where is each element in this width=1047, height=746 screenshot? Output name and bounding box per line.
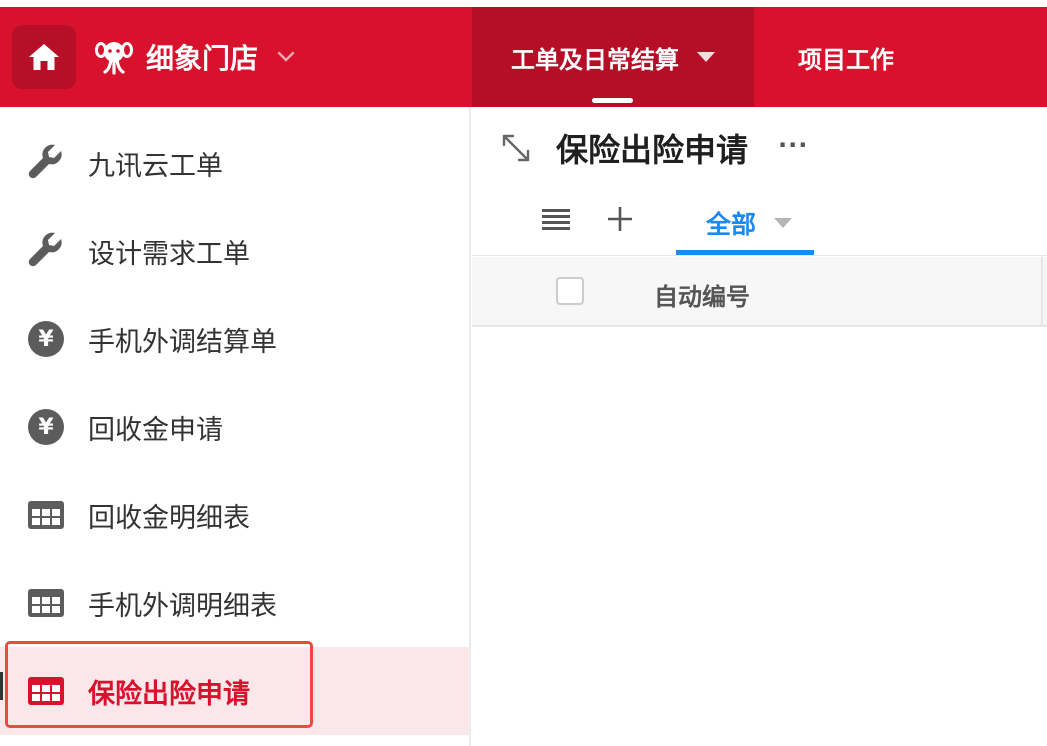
sidebar-item-recycle-fund-request[interactable]: ¥ 回收金申请 bbox=[0, 383, 469, 471]
sidebar: 九讯云工单 设计需求工单 ¥ 手机外调结算单 ¥ 回收金申请 回收金明细表 手机… bbox=[0, 107, 471, 746]
yen-icon: ¥ bbox=[26, 407, 66, 447]
store-name: 细象门店 bbox=[146, 42, 259, 75]
elephant-logo-icon bbox=[95, 42, 133, 75]
sidebar-item-label: 手机外调明细表 bbox=[88, 590, 277, 622]
top-navigation-bar: 细象门店 工单及日常结算 项目工作 bbox=[0, 7, 1047, 107]
table-grid-icon bbox=[26, 495, 66, 535]
divider bbox=[472, 255, 1047, 256]
sidebar-item-jiuxun-work-order[interactable]: 九讯云工单 bbox=[0, 119, 469, 207]
sidebar-item-label: 保险出险申请 bbox=[88, 678, 250, 710]
sidebar-item-label: 回收金申请 bbox=[88, 414, 223, 446]
sidebar-item-phone-outsource-settlement[interactable]: ¥ 手机外调结算单 bbox=[0, 295, 469, 383]
column-header-auto-number[interactable]: 自动编号 bbox=[654, 277, 750, 312]
home-button[interactable] bbox=[12, 25, 76, 89]
expand-icon[interactable] bbox=[501, 133, 531, 163]
yen-icon: ¥ bbox=[26, 319, 66, 359]
tab-all[interactable]: 全部 bbox=[676, 189, 814, 257]
yen-symbol: ¥ bbox=[28, 321, 64, 357]
tab-label: 全部 bbox=[706, 210, 757, 239]
sidebar-item-insurance-claim[interactable]: 保险出险申请 bbox=[0, 647, 469, 735]
page-title: 保险出险申请 bbox=[556, 131, 749, 169]
table-header: 自动编号 bbox=[472, 257, 1047, 327]
store-switcher[interactable]: 细象门店 bbox=[94, 35, 296, 79]
nav-tab-label: 项目工作 bbox=[798, 45, 894, 74]
yen-symbol: ¥ bbox=[28, 409, 64, 445]
sidebar-item-phone-outsource-detail[interactable]: 手机外调明细表 bbox=[0, 559, 469, 647]
active-marker bbox=[0, 672, 3, 700]
sidebar-item-label: 回收金明细表 bbox=[88, 502, 250, 534]
nav-active-indicator bbox=[592, 98, 633, 103]
more-options-icon[interactable]: ··· bbox=[778, 131, 808, 159]
wrench-icon bbox=[26, 231, 66, 271]
main-content: 保险出险申请 ··· 全部 自动编号 bbox=[472, 107, 1047, 746]
add-view-icon[interactable] bbox=[606, 205, 634, 233]
sidebar-item-recycle-fund-detail[interactable]: 回收金明细表 bbox=[0, 471, 469, 559]
column-divider bbox=[1041, 257, 1043, 327]
nav-tab-label: 工单及日常结算 bbox=[511, 45, 679, 74]
table-grid-icon bbox=[26, 583, 66, 623]
table-grid-icon bbox=[26, 671, 66, 711]
nav-tab-project-work[interactable]: 项目工作 bbox=[754, 7, 938, 107]
caret-down-icon bbox=[774, 218, 793, 228]
select-all-checkbox[interactable] bbox=[556, 277, 584, 305]
caret-down-icon bbox=[697, 52, 715, 62]
sidebar-item-label: 设计需求工单 bbox=[88, 238, 250, 270]
home-icon bbox=[29, 44, 59, 70]
nav-tab-work-orders[interactable]: 工单及日常结算 bbox=[472, 7, 754, 107]
list-menu-icon[interactable] bbox=[542, 207, 570, 231]
sidebar-item-label: 手机外调结算单 bbox=[88, 326, 277, 358]
sidebar-item-design-request[interactable]: 设计需求工单 bbox=[0, 207, 469, 295]
wrench-icon bbox=[26, 143, 66, 183]
sidebar-item-label: 九讯云工单 bbox=[88, 150, 223, 182]
chevron-down-icon bbox=[276, 50, 296, 64]
